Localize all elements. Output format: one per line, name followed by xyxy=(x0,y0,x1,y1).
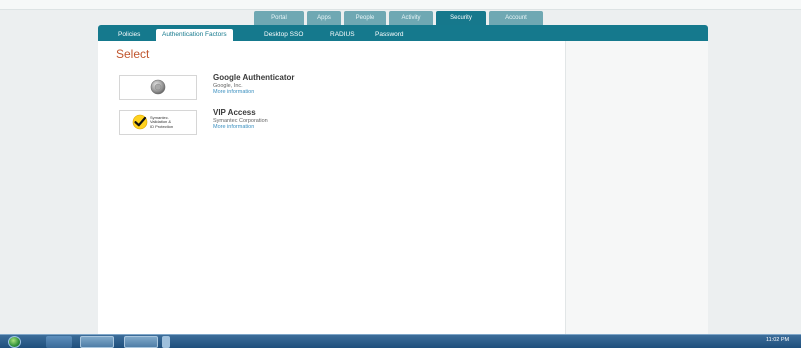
tab-label: Portal xyxy=(271,15,287,21)
subtab-desktop-sso[interactable]: Desktop SSO xyxy=(264,28,303,41)
browser-top-strip xyxy=(0,0,801,10)
symantec-checkmark-icon xyxy=(132,114,148,132)
tab-label: Apps xyxy=(317,15,331,21)
tray-clock: 11:02 PM xyxy=(766,337,790,343)
explorer-taskbar-icon[interactable] xyxy=(80,336,114,348)
subtab-policies[interactable]: Policies xyxy=(118,28,140,41)
symantec-logo-text: Symantec. Validation & ID Protection xyxy=(150,115,184,129)
os-taskbar: 11:02 PM xyxy=(0,334,801,348)
tab-label: People xyxy=(355,15,375,21)
more-information-link[interactable]: More information xyxy=(213,124,254,130)
symantec-logo: Symantec. Validation & ID Protection xyxy=(132,114,184,132)
right-sidebar xyxy=(565,41,708,334)
app-taskbar-icon[interactable] xyxy=(124,336,158,348)
taskbar-window-button[interactable] xyxy=(162,336,170,348)
vip-access-logo[interactable]: Symantec. Validation & ID Protection xyxy=(119,110,197,135)
tab-portal[interactable]: Portal xyxy=(254,11,304,25)
subtab-password[interactable]: Password xyxy=(375,28,404,41)
subtab-authentication-factors[interactable]: Authentication Factors xyxy=(156,29,233,41)
google-authenticator-logo[interactable] xyxy=(119,75,197,100)
tab-security[interactable]: Security xyxy=(436,11,486,25)
start-button-icon[interactable] xyxy=(8,336,21,348)
page-title: Select xyxy=(116,47,150,61)
tab-account[interactable]: Account xyxy=(489,11,543,25)
tab-people[interactable]: People xyxy=(344,11,386,25)
factor-name-google-authenticator: Google Authenticator xyxy=(213,73,295,82)
tab-label: Account xyxy=(505,15,527,21)
subtab-radius[interactable]: RADIUS xyxy=(330,28,355,41)
tab-label: Activity xyxy=(401,15,421,21)
tab-apps[interactable]: Apps xyxy=(307,11,341,25)
sub-nav: Policies Authentication Factors Desktop … xyxy=(98,25,708,41)
more-information-link[interactable]: More information xyxy=(213,89,254,95)
main-nav: Portal Apps People Activity Security Acc… xyxy=(254,11,543,25)
logo-line: ID Protection xyxy=(150,123,174,129)
browser-taskbar-icon[interactable] xyxy=(46,336,72,348)
factor-name-vip-access: VIP Access xyxy=(213,108,256,117)
google-authenticator-icon xyxy=(150,79,166,97)
tab-label: Security xyxy=(450,15,472,21)
tab-activity[interactable]: Activity xyxy=(389,11,433,25)
